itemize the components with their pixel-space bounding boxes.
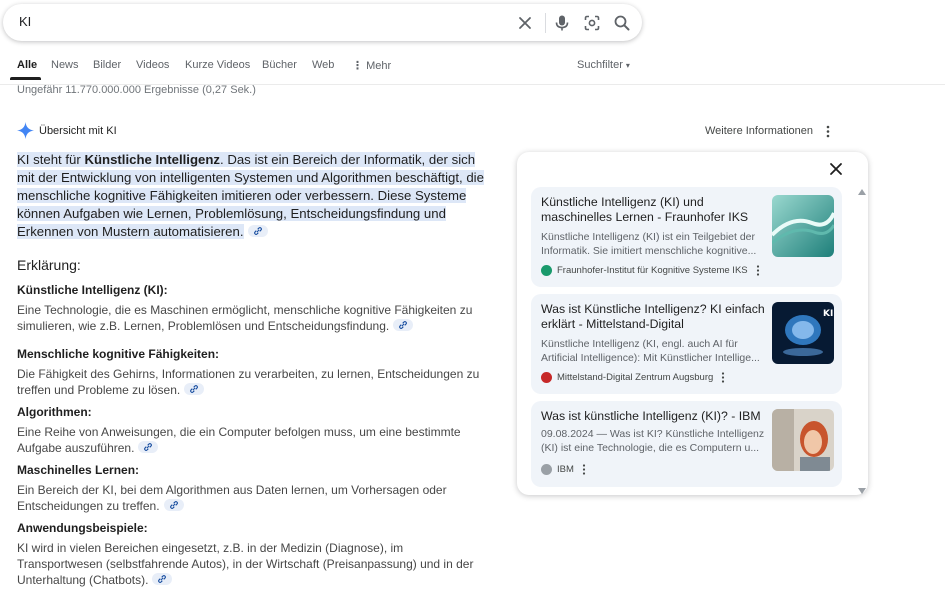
citation-link-chip[interactable] bbox=[247, 225, 268, 237]
section-title: Menschliche kognitive Fähigkeiten: bbox=[17, 347, 220, 361]
source-card[interactable]: Künstliche Intelligenz (KI) und maschine… bbox=[531, 187, 842, 287]
more-options-icon[interactable] bbox=[756, 265, 760, 276]
gemini-spark-icon bbox=[17, 122, 34, 139]
source-name: Mittelstand-Digital Zentrum Augsburg bbox=[557, 372, 714, 383]
source-title[interactable]: Künstliche Intelligenz (KI) und maschine… bbox=[541, 195, 766, 225]
caret-down-icon: ▾ bbox=[625, 61, 630, 70]
tab-news[interactable]: News bbox=[51, 59, 79, 71]
search-bar[interactable]: KI bbox=[3, 4, 642, 41]
tab-short-videos[interactable]: Kurze Videos bbox=[185, 59, 250, 71]
source-snippet: 09.08.2024 — Was ist KI? Künstliche Inte… bbox=[541, 428, 765, 454]
section-title: Algorithmen: bbox=[17, 405, 92, 419]
microphone-icon[interactable] bbox=[552, 13, 572, 33]
close-icon[interactable] bbox=[829, 162, 843, 176]
more-vert-icon: ⋮ bbox=[352, 60, 363, 72]
source-title[interactable]: Was ist künstliche Intelligenz (KI)? - I… bbox=[541, 409, 766, 424]
source-card[interactable]: Was ist künstliche Intelligenz (KI)? - I… bbox=[531, 401, 842, 487]
clear-icon[interactable] bbox=[515, 13, 535, 33]
link-icon bbox=[399, 321, 408, 329]
search-divider bbox=[545, 13, 546, 33]
source-snippet: Künstliche Intelligenz (KI) ist ein Teil… bbox=[541, 231, 757, 257]
section-body: KI wird in vielen Bereichen eingesetzt, … bbox=[17, 540, 487, 588]
source-meta: Fraunhofer-Institut für Kognitive System… bbox=[541, 265, 760, 276]
summary-pre: KI steht für bbox=[17, 152, 85, 167]
ai-overview-label: Übersicht mit KI bbox=[39, 124, 117, 137]
section-body: Eine Technologie, die es Maschinen ermög… bbox=[17, 302, 497, 334]
source-meta: IBM bbox=[541, 464, 586, 475]
source-snippet: Künstliche Intelligenz (KI, engl. auch A… bbox=[541, 338, 760, 364]
active-tab-indicator bbox=[10, 77, 41, 80]
tab-more-label: Mehr bbox=[366, 60, 392, 72]
search-filter-label: Suchfilter bbox=[577, 59, 623, 71]
section-title: Maschinelles Lernen: bbox=[17, 463, 140, 477]
section-body-text: KI wird in vielen Bereichen eingesetzt, … bbox=[17, 541, 474, 587]
link-icon bbox=[158, 575, 167, 583]
link-icon bbox=[169, 501, 178, 509]
source-thumbnail[interactable]: KI bbox=[772, 302, 834, 364]
tab-all[interactable]: Alle bbox=[17, 59, 37, 71]
section-title: Anwendungsbeispiele: bbox=[17, 521, 148, 535]
search-icon[interactable] bbox=[612, 13, 632, 33]
more-options-icon[interactable] bbox=[721, 372, 725, 383]
link-icon bbox=[190, 385, 199, 393]
citation-link-chip[interactable] bbox=[152, 573, 173, 585]
link-icon bbox=[144, 443, 153, 451]
section-body-text: Ein Bereich der KI, bei dem Algorithmen … bbox=[17, 483, 447, 513]
link-icon bbox=[253, 227, 262, 235]
section-body: Ein Bereich der KI, bei dem Algorithmen … bbox=[17, 482, 497, 514]
source-name: Fraunhofer-Institut für Kognitive System… bbox=[557, 265, 748, 276]
more-info-link[interactable]: Weitere Informationen bbox=[705, 125, 813, 137]
section-title: Künstliche Intelligenz (KI): bbox=[17, 283, 168, 297]
section-body-text: Eine Reihe von Anweisungen, die ein Comp… bbox=[17, 425, 461, 455]
source-title[interactable]: Was ist Künstliche Intelligenz? KI einfa… bbox=[541, 302, 766, 332]
tab-web[interactable]: Web bbox=[312, 59, 334, 71]
tab-images[interactable]: Bilder bbox=[93, 59, 121, 71]
tab-videos[interactable]: Videos bbox=[136, 59, 169, 71]
section-body-text: Die Fähigkeit des Gehirns, Informationen… bbox=[17, 367, 480, 397]
more-options-icon[interactable] bbox=[823, 125, 833, 138]
tab-books[interactable]: Bücher bbox=[262, 59, 297, 71]
scroll-down-arrow[interactable] bbox=[858, 488, 866, 494]
sources-panel: Künstliche Intelligenz (KI) und maschine… bbox=[517, 152, 868, 495]
explanation-heading: Erklärung: bbox=[17, 257, 81, 273]
source-name: IBM bbox=[557, 464, 574, 475]
source-thumbnail[interactable] bbox=[772, 409, 834, 471]
section-body: Eine Reihe von Anweisungen, die ein Comp… bbox=[17, 424, 497, 456]
ibm-favicon-icon bbox=[541, 464, 552, 475]
result-stats: Ungefähr 11.770.000.000 Ergebnisse (0,27… bbox=[17, 84, 256, 96]
search-tabs: Alle News Bilder Videos Kurze Videos Büc… bbox=[0, 59, 945, 81]
summary-bold: Künstliche Intelligenz bbox=[84, 152, 220, 167]
citation-link-chip[interactable] bbox=[184, 383, 205, 395]
source-thumbnail[interactable] bbox=[772, 195, 834, 257]
tab-more[interactable]: ⋮ Mehr bbox=[352, 59, 391, 72]
more-options-icon[interactable] bbox=[582, 464, 586, 475]
svg-text:KI: KI bbox=[823, 309, 833, 319]
ai-summary: KI steht für Künstliche Intelligenz. Das… bbox=[17, 151, 492, 241]
mittelstand-favicon-icon bbox=[541, 372, 552, 383]
citation-link-chip[interactable] bbox=[138, 441, 159, 453]
search-filter-button[interactable]: Suchfilter ▾ bbox=[577, 59, 630, 71]
source-meta: Mittelstand-Digital Zentrum Augsburg bbox=[541, 372, 725, 383]
section-body: Die Fähigkeit des Gehirns, Informationen… bbox=[17, 366, 497, 398]
scroll-up-arrow[interactable] bbox=[858, 189, 866, 195]
search-input[interactable]: KI bbox=[19, 14, 31, 29]
citation-link-chip[interactable] bbox=[393, 319, 414, 331]
ai-overview-header: Übersicht mit KI bbox=[17, 122, 117, 139]
fraunhofer-favicon-icon bbox=[541, 265, 552, 276]
lens-camera-icon[interactable] bbox=[582, 13, 602, 33]
citation-link-chip[interactable] bbox=[163, 499, 184, 511]
source-card[interactable]: Was ist Künstliche Intelligenz? KI einfa… bbox=[531, 294, 842, 394]
